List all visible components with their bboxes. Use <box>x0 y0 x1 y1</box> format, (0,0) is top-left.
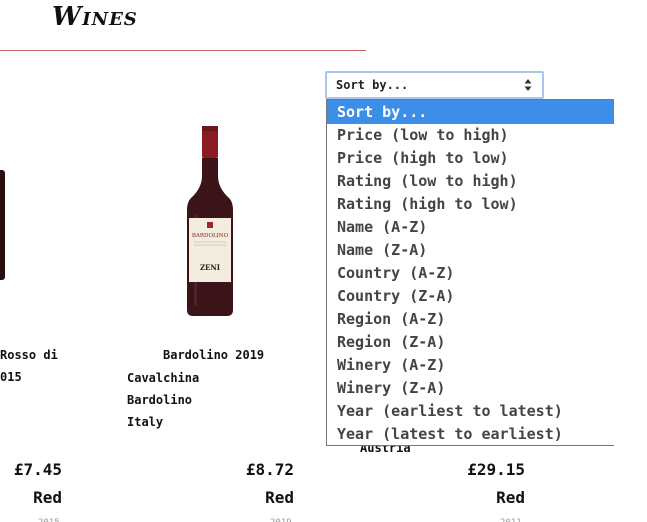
page-title: Wines <box>52 2 138 32</box>
product-price: £29.15 <box>467 460 525 479</box>
product-region: Bardolino <box>127 393 193 407</box>
sort-option-country-asc[interactable]: Country (A-Z) <box>327 262 614 285</box>
title-divider <box>0 50 366 51</box>
up-down-caret-icon <box>524 78 532 92</box>
bottle-label-text: BARDOLINO <box>192 233 229 239</box>
product-winery: Cavalchina <box>127 371 200 385</box>
product-extra: 2019 <box>270 518 292 522</box>
sort-option-name-desc[interactable]: Name (Z-A) <box>327 239 614 262</box>
sort-option-winery-asc[interactable]: Winery (A-Z) <box>327 354 614 377</box>
sort-option-name-asc[interactable]: Name (A-Z) <box>327 216 614 239</box>
sort-select-value: Sort by... <box>336 78 409 92</box>
wines-page: Wines Rosso di 015 £7.45 Red 2015 BARDOL… <box>0 0 647 522</box>
product-name[interactable]: Rosso di <box>0 348 58 362</box>
product-price: £8.72 <box>245 460 294 479</box>
bottle-brand-text: ZENI <box>200 263 220 272</box>
sort-option-price-asc[interactable]: Price (low to high) <box>327 124 614 147</box>
sort-option-price-desc[interactable]: Price (high to low) <box>327 147 614 170</box>
sort-option-year-desc[interactable]: Year (latest to earliest) <box>327 423 614 445</box>
sort-option-region-asc[interactable]: Region (A-Z) <box>327 308 614 331</box>
sort-option-winery-desc[interactable]: Winery (Z-A) <box>327 377 614 400</box>
product-extra: 2011 <box>500 518 522 522</box>
sort-option-region-desc[interactable]: Region (Z-A) <box>327 331 614 354</box>
sort-option-year-asc[interactable]: Year (earliest to latest) <box>327 400 614 423</box>
sort-option-country-desc[interactable]: Country (Z-A) <box>327 285 614 308</box>
product-price: £7.45 <box>13 460 62 479</box>
product-extra: 2015 <box>38 518 60 522</box>
product-colour: Red <box>265 488 294 507</box>
sort-option-rating-desc[interactable]: Rating (high to low) <box>327 193 614 216</box>
product-colour: Red <box>496 488 525 507</box>
product-country: Italy <box>127 415 164 429</box>
sort-dropdown-list: Sort by... Price (low to high) Price (hi… <box>326 99 614 446</box>
product-image[interactable]: BARDOLINO ZENI <box>185 124 235 318</box>
sort-option-default[interactable]: Sort by... <box>327 100 614 124</box>
product-image[interactable] <box>0 170 6 280</box>
product-name-continued[interactable]: 015 <box>0 370 22 384</box>
product-colour: Red <box>33 488 62 507</box>
sort-select[interactable]: Sort by... <box>325 71 544 99</box>
product-name[interactable]: Bardolino 2019 <box>163 348 264 362</box>
sort-option-rating-asc[interactable]: Rating (low to high) <box>327 170 614 193</box>
